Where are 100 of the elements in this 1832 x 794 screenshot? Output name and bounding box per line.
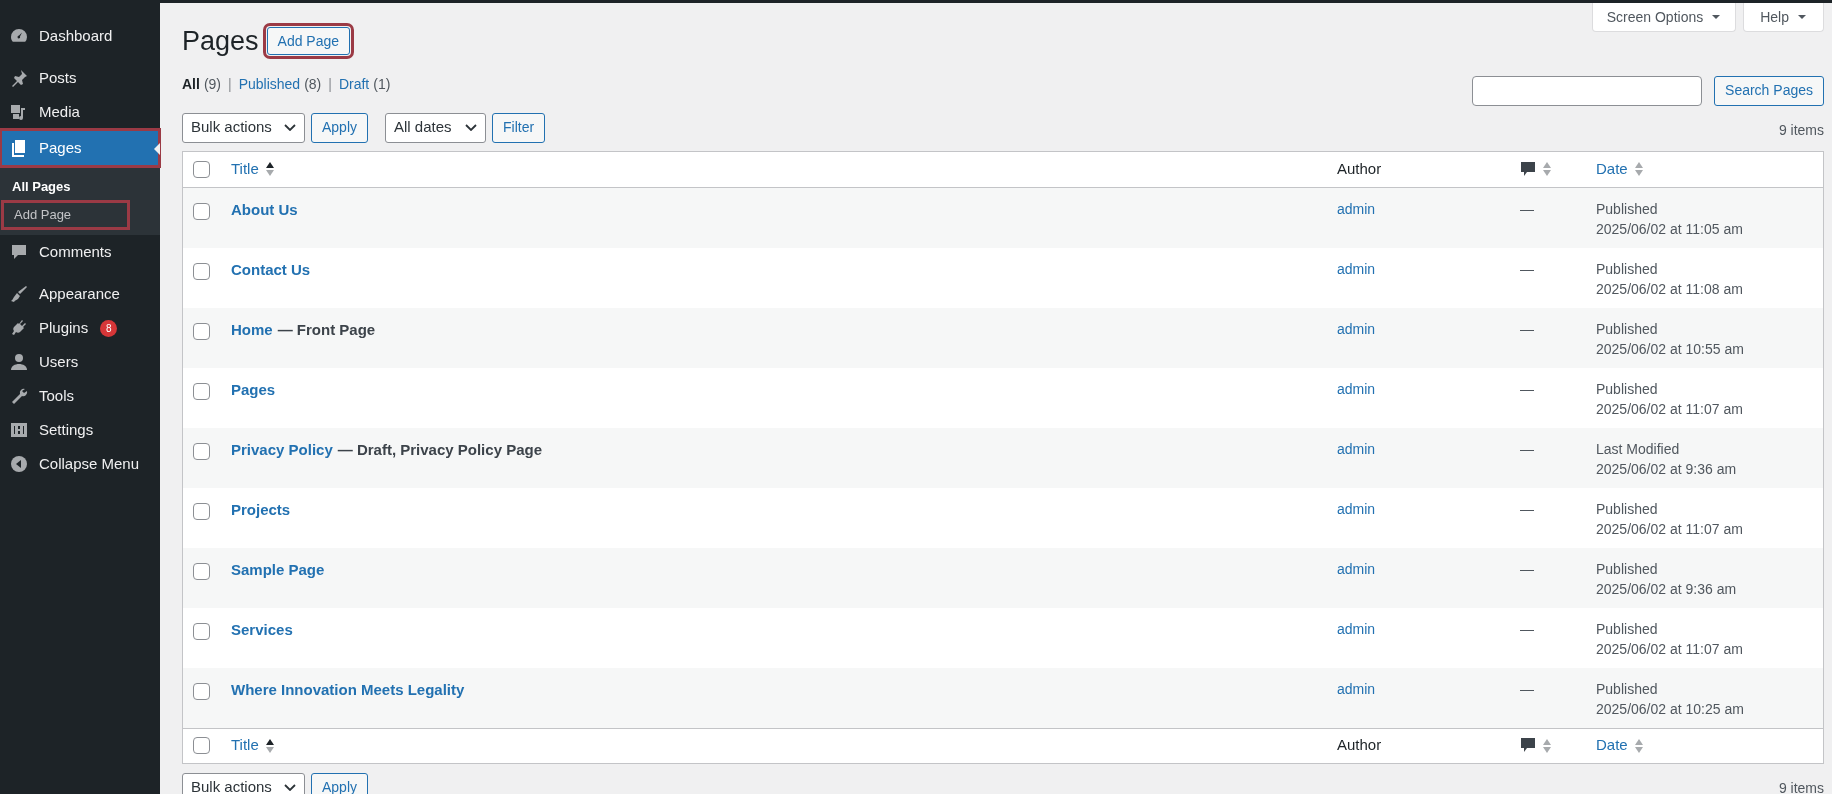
checkbox[interactable]: [193, 262, 210, 280]
author-link[interactable]: admin: [1337, 260, 1376, 277]
comment-count: —: [1520, 620, 1534, 637]
bulk-actions-dropdown[interactable]: Bulk actions: [182, 772, 305, 794]
separator: |: [228, 74, 232, 94]
comment-count: —: [1520, 260, 1534, 277]
author-link[interactable]: admin: [1337, 560, 1376, 577]
filter-button[interactable]: Filter: [492, 112, 546, 143]
publish-date: 2025/06/02 at 11:07 am: [1596, 399, 1744, 419]
sidebar-item[interactable]: Settings: [0, 413, 160, 447]
page-title-link[interactable]: Contact Us: [231, 258, 311, 281]
page-title-link[interactable]: Services: [231, 618, 293, 641]
apply-button[interactable]: Apply: [311, 772, 369, 794]
plug-icon: [9, 318, 29, 338]
comment-count: —: [1520, 560, 1534, 577]
bulk-actions-dropdown[interactable]: Bulk actions: [182, 112, 305, 143]
column-header[interactable]: Title: [231, 734, 259, 757]
publish-date: 2025/06/02 at 11:05 am: [1596, 219, 1744, 239]
comment-icon: [1520, 737, 1536, 754]
collapse-icon: [9, 454, 29, 474]
page-title-link[interactable]: Projects: [231, 498, 291, 521]
filter-count: (1): [373, 74, 391, 94]
publish-status: Published: [1596, 499, 1659, 519]
column-header[interactable]: Title: [231, 157, 259, 181]
page-title-link[interactable]: Home: [231, 318, 273, 341]
page-title-link[interactable]: Privacy Policy: [231, 438, 333, 461]
sidebar-item[interactable]: Dashboard: [0, 19, 160, 53]
search-field[interactable]: [1472, 75, 1703, 106]
comment-icon: [1520, 160, 1536, 178]
page-state: — Draft, Privacy Policy Page: [337, 439, 542, 460]
publish-status: Published: [1596, 259, 1659, 279]
sort-icon: [1633, 161, 1644, 177]
checkbox[interactable]: [193, 622, 210, 640]
sort-icon: [1633, 737, 1644, 754]
item-count: 9 items: [1778, 121, 1824, 140]
column-header[interactable]: Date: [1596, 157, 1628, 181]
item-count: 9 items: [1778, 778, 1824, 794]
sidebar-item[interactable]: Media: [0, 95, 160, 129]
submenu-item[interactable]: Add Page: [2, 201, 129, 229]
user-icon: [9, 352, 29, 372]
brush-icon: [9, 284, 29, 304]
page-title-link[interactable]: Pages: [231, 378, 276, 401]
checkbox[interactable]: [193, 382, 210, 400]
apply-button[interactable]: Apply: [311, 112, 369, 143]
sort-icon: [264, 737, 275, 754]
checkbox[interactable]: [193, 502, 210, 520]
author-link[interactable]: admin: [1337, 200, 1376, 217]
checkbox[interactable]: [193, 737, 210, 754]
sidebar-item[interactable]: Collapse Menu: [0, 447, 160, 481]
author-link[interactable]: admin: [1337, 440, 1376, 457]
sidebar-item[interactable]: Tools: [0, 379, 160, 413]
sidebar-item[interactable]: Users: [0, 345, 160, 379]
dates-dropdown[interactable]: All dates: [385, 112, 487, 143]
sidebar-item[interactable]: Appearance: [0, 277, 160, 311]
author-link[interactable]: admin: [1337, 380, 1376, 397]
sidebar-item[interactable]: Pages: [0, 129, 160, 167]
caret-icon: [1711, 14, 1722, 20]
author-link[interactable]: admin: [1337, 500, 1376, 517]
publish-status: Published: [1596, 199, 1659, 219]
checkbox[interactable]: [193, 442, 210, 460]
publish-status: Published: [1596, 619, 1659, 639]
screen-options-button[interactable]: Screen Options: [1591, 3, 1737, 32]
comment-icon: [9, 242, 29, 262]
author-link[interactable]: admin: [1337, 320, 1376, 337]
author-link[interactable]: admin: [1337, 680, 1376, 697]
checkbox[interactable]: [193, 682, 210, 700]
comment-count: —: [1520, 440, 1534, 457]
page-title: Pages: [182, 25, 259, 58]
publish-status: Published: [1596, 319, 1659, 339]
comment-count: —: [1520, 320, 1534, 337]
comment-count: —: [1520, 500, 1534, 517]
search-pages-button[interactable]: Search Pages: [1714, 75, 1824, 106]
filter-link[interactable]: Published: [238, 73, 301, 95]
publish-date: 2025/06/02 at 11:07 am: [1596, 639, 1744, 659]
sidebar-item[interactable]: Comments: [0, 235, 160, 269]
checkbox[interactable]: [193, 562, 210, 580]
sidebar-item[interactable]: Posts: [0, 61, 160, 95]
sort-icon: [1542, 737, 1552, 754]
chevron-down-icon: [284, 784, 296, 791]
column-header[interactable]: Date: [1596, 734, 1628, 757]
chevron-down-icon: [284, 124, 296, 131]
page-title-link[interactable]: Where Innovation Meets Legality: [231, 678, 465, 701]
page-title-link[interactable]: Sample Page: [231, 558, 325, 581]
filter-count: (9): [203, 74, 221, 94]
checkbox[interactable]: [193, 202, 210, 220]
submenu-item[interactable]: All Pages: [0, 173, 160, 201]
comment-count: —: [1520, 380, 1534, 397]
author-link[interactable]: admin: [1337, 620, 1376, 637]
checkbox[interactable]: [193, 160, 210, 178]
help-button[interactable]: Help: [1743, 3, 1824, 32]
page-title-link[interactable]: About Us: [231, 198, 298, 221]
sort-icon: [1542, 161, 1552, 177]
column-header: Author: [1337, 158, 1382, 179]
checkbox[interactable]: [193, 322, 210, 340]
sort-icon: [264, 161, 275, 177]
filter-link[interactable]: Draft: [338, 73, 370, 95]
publish-status: Published: [1596, 379, 1659, 399]
column-header: Author: [1337, 735, 1382, 756]
filter-link[interactable]: All: [182, 73, 200, 95]
sidebar-item[interactable]: Plugins 8: [0, 311, 160, 345]
